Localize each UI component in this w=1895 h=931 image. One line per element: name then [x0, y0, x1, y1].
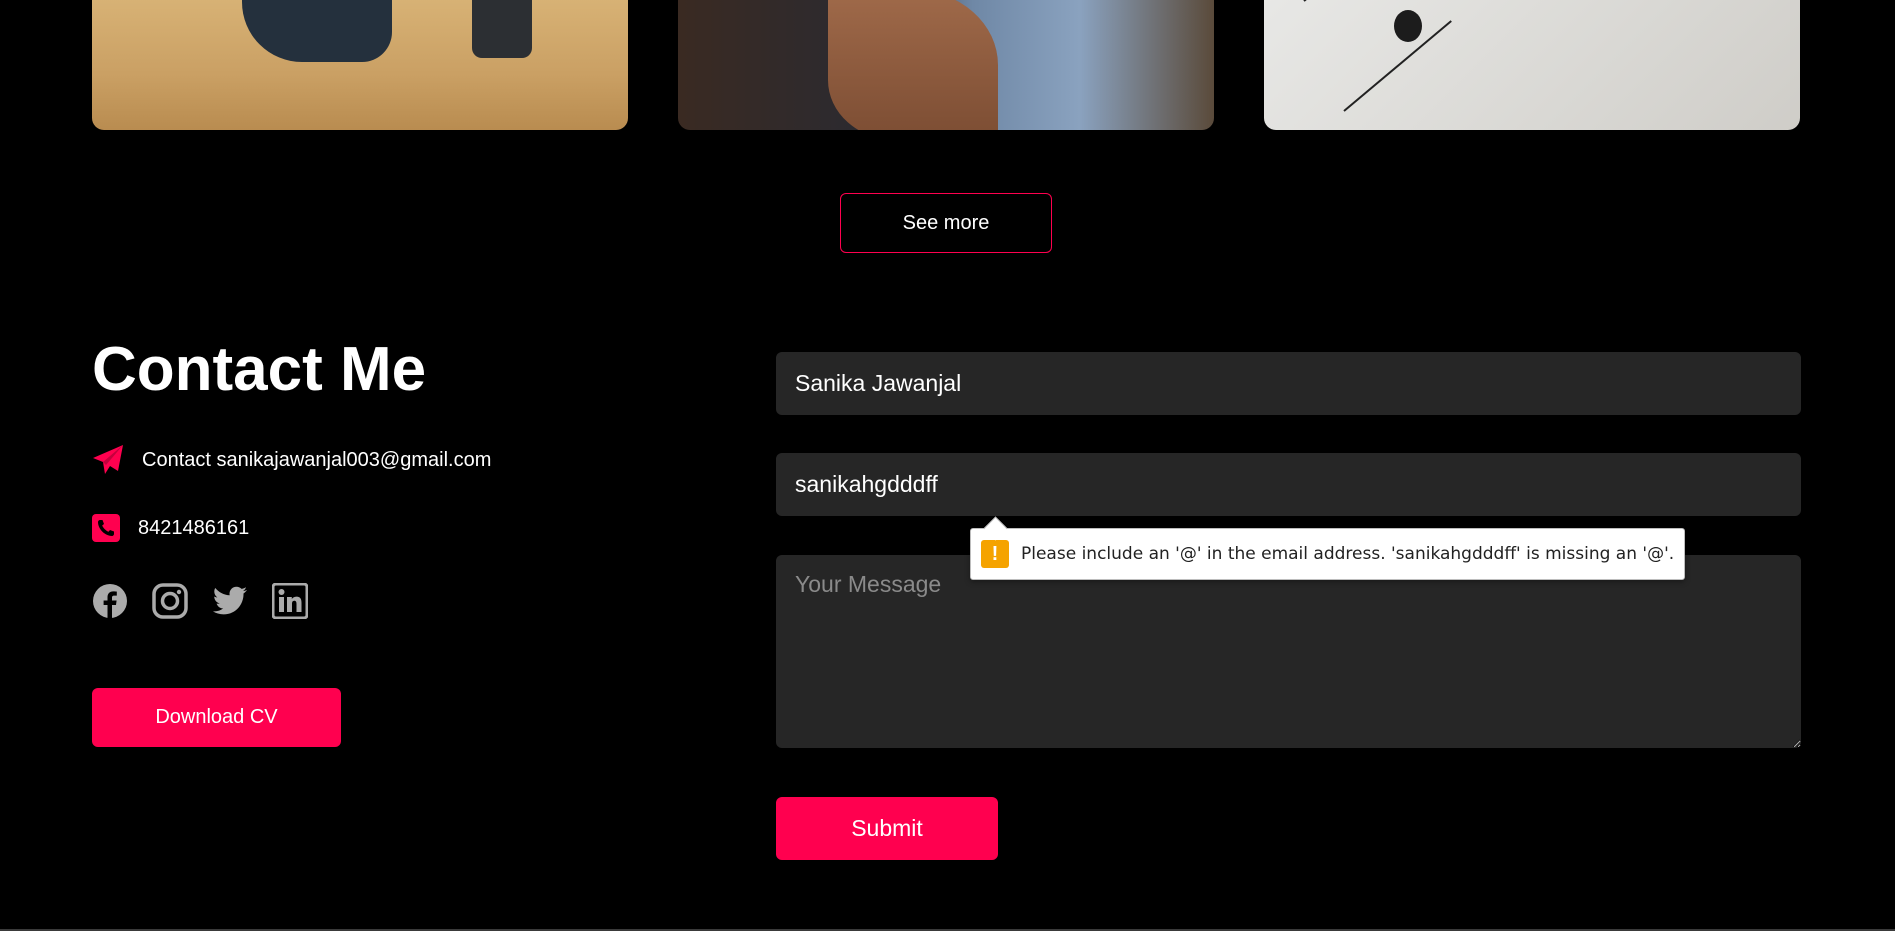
- paper-plane-icon: [93, 445, 123, 474]
- see-more-button[interactable]: See more: [840, 193, 1052, 253]
- email-validation-tooltip: ! Please include an '@' in the email add…: [970, 516, 1686, 580]
- card-image-detail: [828, 0, 998, 130]
- name-input[interactable]: [776, 352, 1801, 415]
- linkedin-icon[interactable]: [272, 583, 308, 619]
- card-image-detail: [472, 0, 532, 58]
- phone-icon: [92, 514, 120, 542]
- email-input[interactable]: [776, 453, 1801, 516]
- validation-message: Please include an '@' in the email addre…: [1021, 544, 1675, 564]
- card-image-detail: [1394, 10, 1422, 42]
- social-links: [92, 583, 308, 619]
- card-image-detail: [242, 0, 392, 62]
- contact-email-row: Contact sanikajawanjal003@gmail.com: [92, 444, 491, 476]
- contact-title: Contact Me: [92, 335, 427, 404]
- work-card-image-1[interactable]: [92, 0, 628, 130]
- contact-email-text: Contact sanikajawanjal003@gmail.com: [142, 448, 492, 471]
- message-textarea[interactable]: [776, 555, 1801, 748]
- card-image-detail: [1303, 0, 1428, 2]
- contact-phone-row: 8421486161: [92, 514, 249, 542]
- contact-phone-text: 8421486161: [138, 516, 250, 539]
- tooltip-arrow: [983, 516, 1008, 541]
- facebook-icon[interactable]: [92, 583, 128, 619]
- instagram-icon[interactable]: [152, 583, 188, 619]
- work-card-image-3[interactable]: [1264, 0, 1800, 130]
- portfolio-page: See more Contact Me Contact sanikajawanj…: [0, 0, 1895, 931]
- twitter-icon[interactable]: [212, 583, 248, 619]
- work-card-image-2[interactable]: [678, 0, 1214, 130]
- warning-icon: !: [981, 540, 1009, 568]
- submit-button[interactable]: Submit: [776, 797, 998, 860]
- download-cv-button[interactable]: Download CV: [92, 688, 341, 747]
